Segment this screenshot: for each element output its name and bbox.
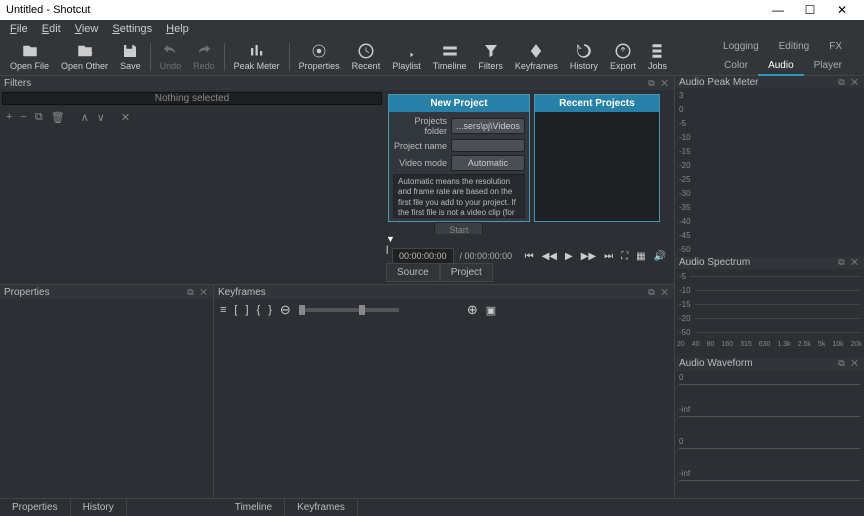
menu-settings[interactable]: Settings	[106, 21, 158, 37]
bottom-tab-timeline[interactable]: Timeline	[223, 499, 285, 516]
menu-bar: File Edit View Settings Help	[0, 20, 864, 38]
peak-meter-scale: 3 0 -5 -10 -15 -20 -25 -30 -35 -40 -45 -…	[675, 88, 864, 256]
minimize-button[interactable]: —	[762, 0, 794, 20]
keyframes-button[interactable]: Keyframes	[509, 42, 564, 71]
video-mode-select[interactable]: Automatic	[451, 155, 525, 171]
open-other-button[interactable]: Open Other	[55, 42, 114, 71]
bottom-tab-properties[interactable]: Properties	[0, 499, 71, 516]
video-mode-description: Automatic means the resolution and frame…	[393, 174, 525, 218]
redo-button[interactable]: Redo	[187, 42, 221, 71]
keyframes-dock-controls[interactable]: ⧉ ✕	[648, 287, 670, 298]
filters-dock-controls[interactable]: ⧉ ✕	[648, 78, 670, 89]
keyframes-header: Keyframes ⧉ ✕	[214, 285, 674, 299]
menu-view[interactable]: View	[69, 21, 105, 37]
undo-button[interactable]: Undo	[154, 42, 188, 71]
rewind-icon[interactable]: ◀◀	[542, 251, 557, 262]
window-title: Untitled - Shotcut	[6, 4, 762, 16]
kf-first-icon[interactable]: {	[257, 304, 261, 316]
deselect-icon[interactable]: ✕	[121, 111, 130, 124]
kf-zoom-out-icon[interactable]: ⊖	[280, 302, 291, 318]
remove-filter-icon[interactable]: −	[20, 111, 26, 123]
volume-icon[interactable]: 🔊	[654, 251, 666, 262]
bottom-tabs: Properties History Timeline Keyframes	[0, 498, 864, 516]
recent-projects-panel: Recent Projects	[534, 94, 660, 222]
player-tab-source[interactable]: Source	[386, 263, 440, 282]
player-area: ▼| 00:00:00:00 / 00:00:00:00 ⏮ ◀◀ ▶ ▶▶ ⏭…	[386, 234, 672, 282]
move-down-icon[interactable]: ∨	[97, 111, 105, 124]
tab-logging[interactable]: Logging	[713, 38, 769, 55]
kf-zoom-in-icon[interactable]: ⊕	[467, 302, 478, 318]
save-button[interactable]: Save	[114, 42, 147, 71]
recent-button[interactable]: Recent	[346, 42, 387, 71]
tab-editing[interactable]: Editing	[769, 38, 820, 55]
filters-preview: Nothing selected	[2, 92, 382, 105]
skip-next-icon[interactable]: ⏭	[604, 251, 613, 262]
playlist-button[interactable]: Playlist	[386, 42, 427, 71]
move-up-icon[interactable]: ∧	[81, 111, 89, 124]
menu-help[interactable]: Help	[160, 21, 195, 37]
menu-file[interactable]: File	[4, 21, 34, 37]
spectrum-dock-controls[interactable]: ⧉ ✕	[838, 257, 860, 268]
bottom-tab-history[interactable]: History	[71, 499, 127, 516]
project-name-input[interactable]	[451, 139, 525, 152]
copy-filter-icon[interactable]: ⧉	[35, 111, 43, 124]
bottom-tab-keyframes[interactable]: Keyframes	[285, 499, 358, 516]
filters-header: Filters ⧉ ✕	[0, 76, 674, 90]
fast-forward-icon[interactable]: ▶▶	[581, 251, 596, 262]
spectrum-area: -5 -10 -15 -20 -50 204080 160315630 1.3k…	[675, 269, 864, 358]
tab-player[interactable]: Player	[804, 57, 852, 76]
peak-meter-dock-controls[interactable]: ⧉ ✕	[838, 77, 860, 88]
maximize-button[interactable]: ☐	[794, 0, 826, 20]
new-project-title: New Project	[389, 95, 529, 112]
zoom-fit-icon[interactable]: ⛶	[621, 251, 628, 262]
timeline-button[interactable]: Timeline	[427, 42, 473, 71]
add-filter-icon[interactable]: +	[6, 111, 12, 123]
main-toolbar: Open File Open Other Save Undo Redo Peak…	[0, 38, 864, 76]
title-bar: Untitled - Shotcut — ☐ ✕	[0, 0, 864, 20]
total-time: / 00:00:00:00	[460, 251, 513, 261]
player-tab-project[interactable]: Project	[440, 263, 493, 282]
filters-empty-text: Nothing selected	[155, 93, 230, 104]
waveform-header: Audio Waveform ⧉ ✕	[675, 358, 864, 370]
kf-set-in-icon[interactable]: [	[234, 304, 237, 316]
tab-fx[interactable]: FX	[819, 38, 852, 55]
grid-icon[interactable]: ▦	[636, 251, 645, 262]
projects-folder-button[interactable]: ...sers\pj\Videos	[451, 118, 525, 134]
peak-meter-header: Audio Peak Meter ⧉ ✕	[675, 76, 864, 88]
filters-toolbar: + − ⧉ 🗑 ∧ ∨ ✕	[0, 107, 384, 127]
spectrum-header: Audio Spectrum ⧉ ✕	[675, 257, 864, 269]
play-icon[interactable]: ▶	[565, 251, 573, 262]
waveform-area: 0 -inf 0 -inf	[675, 370, 864, 498]
menu-edit[interactable]: Edit	[36, 21, 67, 37]
history-button[interactable]: History	[564, 42, 604, 71]
layout-tabs: Logging Editing FX Color Audio Player	[713, 38, 860, 76]
properties-header: Properties ⧉ ✕	[0, 285, 213, 299]
filters-button[interactable]: Filters	[472, 42, 509, 71]
recent-projects-title: Recent Projects	[535, 95, 659, 112]
kf-last-icon[interactable]: }	[268, 304, 272, 316]
new-project-panel: New Project Projects folder...sers\pj\Vi…	[388, 94, 530, 222]
close-button[interactable]: ✕	[826, 0, 858, 20]
properties-button[interactable]: Properties	[293, 42, 346, 71]
tab-color[interactable]: Color	[714, 57, 758, 76]
peak-meter-button[interactable]: Peak Meter	[228, 42, 286, 71]
tab-audio[interactable]: Audio	[758, 57, 804, 76]
kf-zoom-slider[interactable]	[299, 308, 399, 312]
kf-set-out-icon[interactable]: ]	[245, 304, 248, 316]
kf-menu-icon[interactable]: ≡	[220, 304, 226, 316]
skip-prev-icon[interactable]: ⏮	[525, 251, 534, 262]
kf-zoom-fit-icon[interactable]: ▣	[486, 304, 496, 317]
waveform-dock-controls[interactable]: ⧉ ✕	[838, 358, 860, 369]
open-file-button[interactable]: Open File	[4, 42, 55, 71]
current-time[interactable]: 00:00:00:00	[392, 248, 454, 264]
export-button[interactable]: Export	[604, 42, 642, 71]
properties-dock-controls[interactable]: ⧉ ✕	[187, 287, 209, 298]
jobs-button[interactable]: Jobs	[642, 42, 673, 71]
paste-filter-icon[interactable]: 🗑	[51, 111, 65, 124]
